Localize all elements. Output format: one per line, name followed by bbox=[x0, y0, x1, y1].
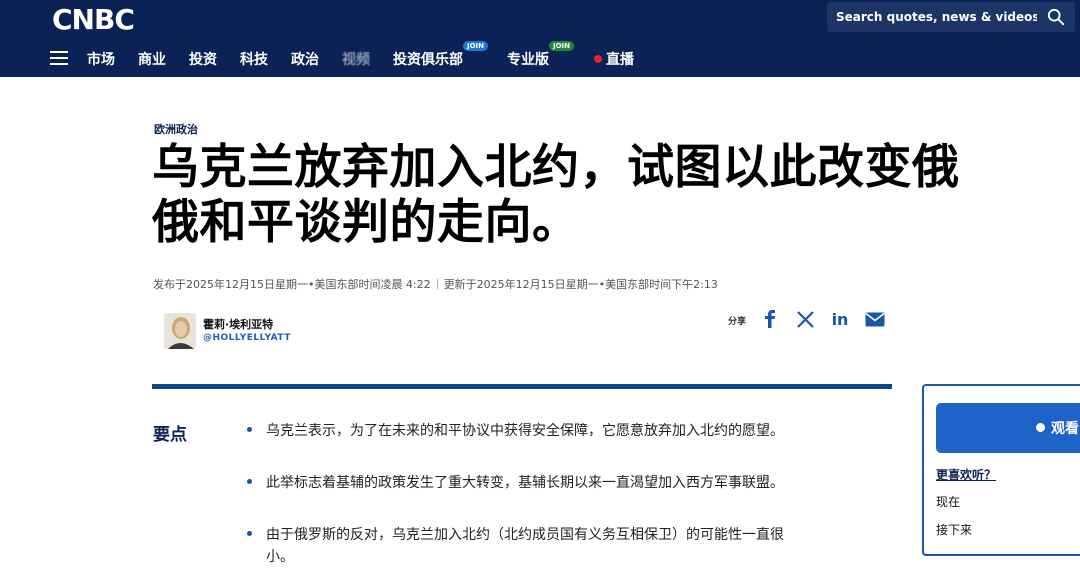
author-handle[interactable]: @HOLLYELLYATT bbox=[203, 333, 291, 343]
search-icon[interactable] bbox=[1047, 8, 1065, 26]
headline-line-2: 俄和平谈判的走向。 bbox=[152, 195, 580, 250]
section-divider bbox=[152, 384, 892, 389]
live-dot-icon bbox=[594, 55, 602, 63]
main-nav: 市场 商业 投资 科技 政治 视频 投资俱乐部 JOIN 专业版 JOIN 直播 bbox=[0, 40, 1080, 76]
join-badge: JOIN bbox=[463, 41, 489, 51]
nav-item-business[interactable]: 商业 bbox=[138, 49, 166, 69]
article-timestamps: 发布于2025年12月15日星期一•美国东部时间凌晨 4:22 更新于2025年1… bbox=[153, 276, 718, 292]
nav-item-investing-club[interactable]: 投资俱乐部 JOIN bbox=[393, 41, 489, 69]
nav-item-video[interactable]: 视频 bbox=[342, 49, 370, 69]
email-icon[interactable] bbox=[864, 309, 886, 329]
timestamp-divider bbox=[436, 279, 438, 289]
join-badge: JOIN bbox=[549, 41, 575, 51]
watch-label: 观看 bbox=[1051, 421, 1079, 437]
article-category[interactable]: 欧洲政治 bbox=[154, 121, 198, 137]
author-avatar[interactable] bbox=[164, 313, 196, 349]
key-points-label: 要点 bbox=[153, 425, 187, 445]
hamburger-menu-icon[interactable] bbox=[50, 51, 68, 65]
bullet-icon bbox=[247, 531, 252, 536]
bullet-icon bbox=[247, 427, 252, 432]
nav-item-markets[interactable]: 市场 bbox=[87, 49, 115, 69]
facebook-icon[interactable] bbox=[760, 309, 780, 329]
nav-item-tech[interactable]: 科技 bbox=[240, 49, 268, 69]
updated-time: 更新于2025年12月15日星期一•美国东部时间下午2:13 bbox=[443, 278, 718, 291]
nav-item-live[interactable]: 直播 bbox=[594, 49, 634, 69]
play-dot-icon bbox=[1036, 423, 1045, 432]
author-portrait-icon bbox=[164, 313, 196, 349]
nav-item-pro-label: 专业版 bbox=[507, 52, 549, 68]
key-point-1: 乌克兰表示，为了在未来的和平协议中获得安全保障，它愿意放弃加入北约的愿望。 bbox=[266, 423, 784, 439]
published-time: 发布于2025年12月15日星期一•美国东部时间凌晨 4:22 bbox=[153, 278, 431, 291]
watch-listen-widget: 观看 更喜欢听？ 现在 接下来 bbox=[922, 384, 1080, 556]
logo-text: CNBC bbox=[52, 2, 135, 36]
up-next-link[interactable]: 接下来 bbox=[936, 521, 972, 538]
headline-line-1: 乌克兰放弃加入北约，试图以此改变俄 bbox=[152, 140, 960, 195]
key-point-3-continued: 小。 bbox=[266, 549, 294, 565]
bullet-icon bbox=[247, 479, 252, 484]
linkedin-icon[interactable]: in bbox=[830, 309, 850, 329]
nav-item-investing[interactable]: 投资 bbox=[189, 49, 217, 69]
search-input[interactable] bbox=[827, 10, 1037, 24]
nav-item-investing-club-label: 投资俱乐部 bbox=[393, 52, 463, 68]
nav-item-politics[interactable]: 政治 bbox=[291, 49, 319, 69]
key-point-3: 由于俄罗斯的反对，乌克兰加入北约（北约成员国有义务互相保卫）的可能性一直很 bbox=[266, 527, 784, 543]
article-headline: 乌克兰放弃加入北约，试图以此改变俄 俄和平谈判的走向。 bbox=[152, 140, 1080, 250]
search-box[interactable] bbox=[827, 2, 1075, 32]
x-icon[interactable] bbox=[795, 309, 815, 329]
site-header: CNBC 市场 商业 投资 科技 政治 视频 投资俱乐部 JOIN 专业版 JO… bbox=[0, 0, 1080, 77]
nav-item-pro[interactable]: 专业版 JOIN bbox=[507, 41, 575, 69]
author-name[interactable]: 霍莉·埃利亚特 bbox=[203, 316, 273, 332]
prefer-listen-link[interactable]: 更喜欢听？ bbox=[936, 466, 996, 483]
watch-button[interactable]: 观看 bbox=[936, 403, 1080, 453]
cnbc-logo[interactable]: CNBC bbox=[52, 2, 135, 36]
nav-item-live-label: 直播 bbox=[606, 52, 634, 68]
share-label: 分享 bbox=[728, 317, 747, 327]
key-point-2: 此举标志着基辅的政策发生了重大转变，基辅长期以来一直渴望加入西方军事联盟。 bbox=[266, 475, 784, 491]
now-link[interactable]: 现在 bbox=[936, 493, 960, 510]
